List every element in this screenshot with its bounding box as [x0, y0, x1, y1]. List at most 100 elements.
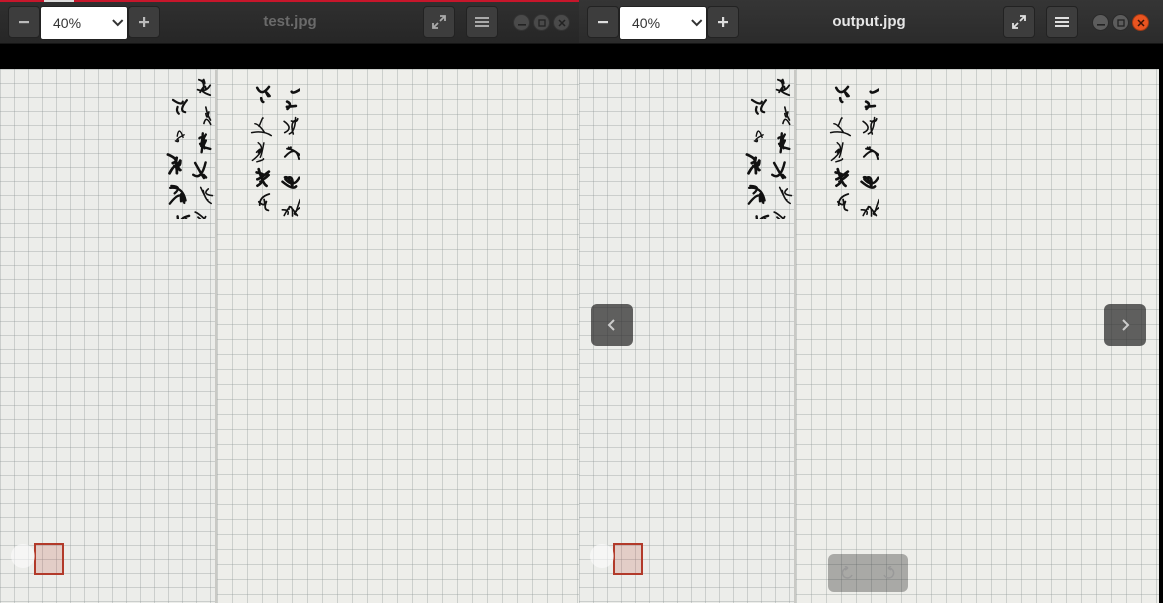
- zoom-level-value: 40%: [53, 15, 82, 31]
- zoom-out-button[interactable]: [8, 6, 40, 38]
- zoom-out-button[interactable]: [587, 6, 619, 38]
- watermark-logo-icon: [11, 544, 35, 568]
- rotate-left-button[interactable]: [828, 554, 868, 592]
- brush-stroke: [753, 130, 764, 143]
- brush-stroke: [778, 186, 793, 205]
- maximize-window-button[interactable]: [533, 14, 550, 31]
- brush-stroke: [755, 214, 770, 219]
- brush-stroke: [773, 211, 786, 219]
- viewer-window-right: 40% output.jpg: [579, 0, 1163, 603]
- previous-image-button[interactable]: [591, 304, 633, 346]
- brush-stroke: [174, 130, 185, 143]
- brush-stroke: [834, 85, 850, 104]
- close-window-button[interactable]: [553, 14, 570, 31]
- brush-stroke: [283, 116, 299, 135]
- brush-stroke: [285, 88, 300, 111]
- fullscreen-icon: [1012, 15, 1026, 29]
- maximize-window-button[interactable]: [1112, 14, 1129, 31]
- chevron-right-icon: [1122, 319, 1130, 331]
- brush-stroke: [747, 184, 766, 205]
- brush-stroke: [199, 186, 214, 205]
- menu-button[interactable]: [1046, 6, 1078, 38]
- brush-stroke: [168, 184, 187, 205]
- rotate-right-button[interactable]: [868, 554, 908, 592]
- next-image-button[interactable]: [1104, 304, 1146, 346]
- image-canvas[interactable]: [0, 45, 579, 603]
- hamburger-menu-icon: [1055, 17, 1069, 27]
- brush-stroke: [166, 153, 182, 175]
- chevron-down-icon: [691, 19, 703, 27]
- brush-stroke: [745, 153, 761, 175]
- brush-stroke: [864, 88, 879, 111]
- close-icon: [1136, 18, 1145, 27]
- chevron-down-icon: [112, 19, 124, 27]
- brush-stroke: [782, 106, 791, 126]
- plus-icon: [718, 17, 728, 27]
- brush-stroke: [281, 198, 300, 217]
- brush-stroke: [777, 132, 791, 154]
- minimize-icon: [517, 23, 526, 26]
- maximize-icon: [1116, 18, 1125, 27]
- close-icon: [557, 18, 566, 27]
- fullscreen-icon: [432, 15, 446, 29]
- zoom-in-button[interactable]: [707, 6, 739, 38]
- zoom-in-button[interactable]: [128, 6, 160, 38]
- brush-stroke: [750, 98, 768, 115]
- brush-stroke: [250, 117, 273, 137]
- brush-stroke: [171, 98, 189, 115]
- brush-stroke: [770, 161, 787, 180]
- watermark: [589, 543, 615, 569]
- rotate-controls: [828, 554, 908, 592]
- calligraphy-image: [0, 69, 579, 603]
- brush-stroke: [834, 167, 850, 188]
- brush-stroke: [198, 132, 212, 154]
- brush-stroke: [191, 161, 208, 180]
- watermark-logo-icon: [590, 544, 614, 568]
- red-seal-stamp: [613, 543, 643, 575]
- calligraphy-strokes: [166, 78, 300, 219]
- brush-stroke: [829, 117, 852, 137]
- menu-button[interactable]: [466, 6, 498, 38]
- watermark: [10, 543, 36, 569]
- brush-stroke: [836, 193, 850, 212]
- window-title: test.jpg: [263, 13, 317, 30]
- minimize-window-button[interactable]: [513, 14, 530, 31]
- brush-stroke: [257, 193, 271, 212]
- brush-stroke: [283, 146, 300, 161]
- minus-icon: [19, 21, 29, 24]
- brush-stroke: [255, 167, 271, 188]
- brush-stroke: [860, 198, 879, 217]
- minus-icon: [598, 21, 608, 24]
- brush-stroke: [196, 78, 212, 97]
- brush-stroke: [862, 146, 879, 161]
- brush-stroke: [203, 106, 212, 126]
- zoom-level-combo[interactable]: 40%: [40, 6, 128, 40]
- header-bar: 40% test.jpg: [0, 0, 579, 44]
- header-bar: 40% output.jpg: [579, 0, 1163, 44]
- rotate-right-icon: [883, 566, 895, 579]
- brush-stroke: [176, 214, 191, 219]
- minimize-window-button[interactable]: [1092, 14, 1109, 31]
- brush-stroke: [862, 116, 878, 135]
- brush-stroke: [251, 141, 265, 163]
- brush-stroke: [775, 78, 791, 97]
- brush-stroke: [255, 85, 271, 104]
- close-window-button[interactable]: [1132, 14, 1149, 31]
- viewer-window-left: 40% test.jpg: [0, 0, 579, 603]
- brush-stroke: [194, 211, 207, 219]
- zoom-level-combo[interactable]: 40%: [619, 6, 707, 40]
- window-title: output.jpg: [832, 13, 906, 30]
- plus-icon: [139, 17, 149, 27]
- rotate-left-icon: [841, 566, 853, 579]
- brush-stroke: [860, 175, 879, 189]
- chevron-left-icon: [607, 319, 615, 331]
- image-canvas[interactable]: [579, 45, 1163, 603]
- calligraphy-image: [579, 69, 1159, 603]
- hamburger-menu-icon: [475, 17, 489, 27]
- brush-stroke: [830, 141, 844, 163]
- fullscreen-button[interactable]: [423, 6, 455, 38]
- brush-stroke: [281, 175, 300, 189]
- fullscreen-button[interactable]: [1003, 6, 1035, 38]
- zoom-level-value: 40%: [632, 15, 661, 31]
- red-seal-stamp: [34, 543, 64, 575]
